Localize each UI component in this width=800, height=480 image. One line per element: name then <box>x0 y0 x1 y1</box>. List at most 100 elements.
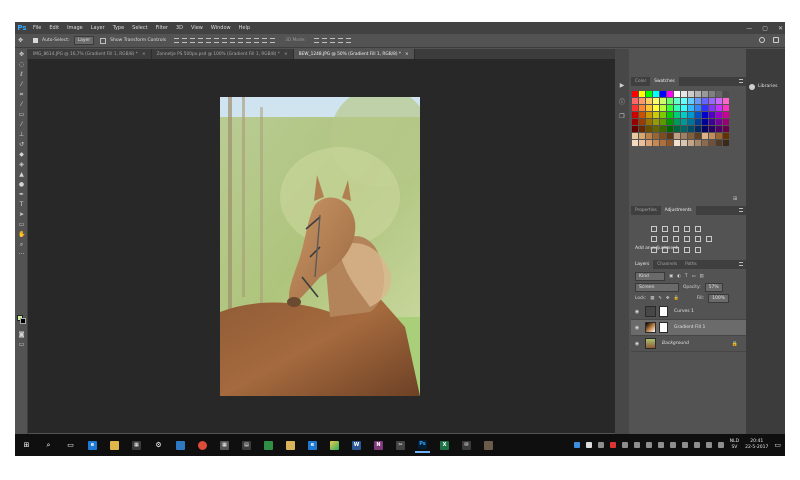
distribute-left-icon[interactable] <box>246 38 252 43</box>
layer-mask-thumbnail[interactable] <box>659 322 668 333</box>
search-icon[interactable] <box>759 37 765 43</box>
color-swatch[interactable] <box>667 119 674 126</box>
blend-mode-dropdown[interactable]: Screen <box>635 283 679 292</box>
color-swatch[interactable] <box>632 140 639 147</box>
tray-app-icon[interactable] <box>597 442 604 448</box>
color-swatch[interactable] <box>646 105 653 112</box>
filter-smart-icon[interactable]: ▤ <box>700 274 704 279</box>
color-swatch[interactable] <box>688 140 695 147</box>
screen-mode-icon[interactable]: ▭ <box>18 341 25 348</box>
volume-icon[interactable] <box>705 442 712 448</box>
photo-filter-icon[interactable] <box>684 236 690 242</box>
color-swatch[interactable] <box>660 119 667 126</box>
history-brush-tool-icon[interactable]: ↺ <box>18 141 25 148</box>
hand-tool-icon[interactable]: ✋ <box>18 231 25 238</box>
battery-icon[interactable] <box>717 442 724 448</box>
document-image[interactable] <box>220 97 420 396</box>
tray-app-icon[interactable] <box>669 442 676 448</box>
color-swatch[interactable] <box>688 105 695 112</box>
color-swatch[interactable] <box>660 126 667 133</box>
color-swatch[interactable] <box>674 112 681 119</box>
threshold-icon[interactable] <box>673 247 679 253</box>
color-swatch[interactable] <box>702 140 709 147</box>
tab-swatches[interactable]: Swatches <box>650 77 679 86</box>
color-swatch[interactable] <box>709 91 716 98</box>
color-swatch[interactable] <box>681 133 688 140</box>
color-swatch[interactable] <box>709 112 716 119</box>
color-balance-icon[interactable] <box>662 236 668 242</box>
color-swatch[interactable] <box>639 126 646 133</box>
internet-explorer-icon[interactable]: e <box>305 438 320 453</box>
distribute-middle-icon[interactable] <box>230 38 236 43</box>
color-swatch[interactable] <box>695 98 702 105</box>
color-swatch[interactable] <box>681 105 688 112</box>
color-swatch[interactable] <box>667 91 674 98</box>
color-swatch[interactable] <box>702 91 709 98</box>
filter-shape-icon[interactable]: ▭ <box>691 274 695 279</box>
menu-edit[interactable]: Edit <box>45 25 63 31</box>
lock-transparent-icon[interactable]: ▦ <box>650 296 654 301</box>
align-right-icon[interactable] <box>214 38 220 43</box>
minimize-button[interactable]: — <box>746 25 752 32</box>
exposure-icon[interactable] <box>684 226 690 232</box>
panel-menu-icon[interactable] <box>739 79 743 83</box>
color-swatch[interactable] <box>674 105 681 112</box>
color-swatch[interactable] <box>639 98 646 105</box>
language-indicator[interactable]: NLD SV <box>730 439 739 451</box>
color-swatch[interactable] <box>723 133 730 140</box>
color-swatch[interactable] <box>688 126 695 133</box>
tray-app-icon[interactable] <box>633 442 640 448</box>
align-top-icon[interactable] <box>174 38 180 43</box>
rectangle-tool-icon[interactable]: ▭ <box>18 221 25 228</box>
color-swatch[interactable] <box>709 133 716 140</box>
color-swatch[interactable] <box>667 126 674 133</box>
tab-color[interactable]: Color <box>631 77 650 86</box>
tray-app-icon[interactable] <box>681 442 688 448</box>
color-swatch[interactable] <box>639 91 646 98</box>
color-swatch[interactable] <box>646 112 653 119</box>
quick-mask-icon[interactable]: ◙ <box>18 331 25 338</box>
brightness-contrast-icon[interactable] <box>651 226 657 232</box>
network-icon[interactable] <box>693 442 700 448</box>
more-tools-icon[interactable]: ··· <box>18 251 25 258</box>
tab-channels[interactable]: Channels <box>653 260 681 269</box>
path-select-tool-icon[interactable]: ➤ <box>18 211 25 218</box>
auto-select-checkbox[interactable] <box>33 38 39 43</box>
color-swatch[interactable] <box>639 140 646 147</box>
color-swatch[interactable] <box>709 140 716 147</box>
close-button[interactable]: ✕ <box>778 25 783 32</box>
file-manager-icon[interactable] <box>283 438 298 453</box>
color-swatch[interactable] <box>674 126 681 133</box>
onedrive-icon[interactable] <box>585 442 592 448</box>
color-swatch[interactable] <box>660 140 667 147</box>
channel-mixer-icon[interactable] <box>695 236 701 242</box>
panel-menu-icon[interactable] <box>739 262 743 266</box>
color-swatch[interactable] <box>646 140 653 147</box>
move-tool-icon[interactable]: ✥ <box>18 51 25 58</box>
color-swatch[interactable] <box>639 112 646 119</box>
tab-close-icon[interactable]: × <box>284 52 288 57</box>
color-swatch[interactable] <box>646 119 653 126</box>
color-swatch[interactable] <box>723 105 730 112</box>
color-swatch[interactable] <box>723 119 730 126</box>
paragraph-panel-icon[interactable]: ❐ <box>618 113 626 121</box>
color-swatch[interactable] <box>716 119 723 126</box>
layer-row-background[interactable]: ◉ Background 🔒 <box>631 336 746 352</box>
color-swatch[interactable] <box>674 119 681 126</box>
color-swatch[interactable] <box>716 140 723 147</box>
distribute-top-icon[interactable] <box>222 38 228 43</box>
maximize-button[interactable]: ▢ <box>762 25 768 32</box>
color-swatch[interactable] <box>723 98 730 105</box>
onenote-icon[interactable]: N <box>371 438 386 453</box>
color-swatch[interactable] <box>716 133 723 140</box>
color-swatch[interactable] <box>695 126 702 133</box>
gradient-map-icon[interactable] <box>684 247 690 253</box>
color-swatch[interactable] <box>639 105 646 112</box>
healing-brush-tool-icon[interactable]: ▭ <box>18 111 25 118</box>
color-swatch[interactable] <box>632 119 639 126</box>
color-swatch[interactable] <box>667 140 674 147</box>
color-swatch[interactable] <box>702 112 709 119</box>
file-explorer-icon[interactable] <box>107 438 122 453</box>
color-swatch[interactable] <box>716 126 723 133</box>
selective-color-icon[interactable] <box>695 247 701 253</box>
